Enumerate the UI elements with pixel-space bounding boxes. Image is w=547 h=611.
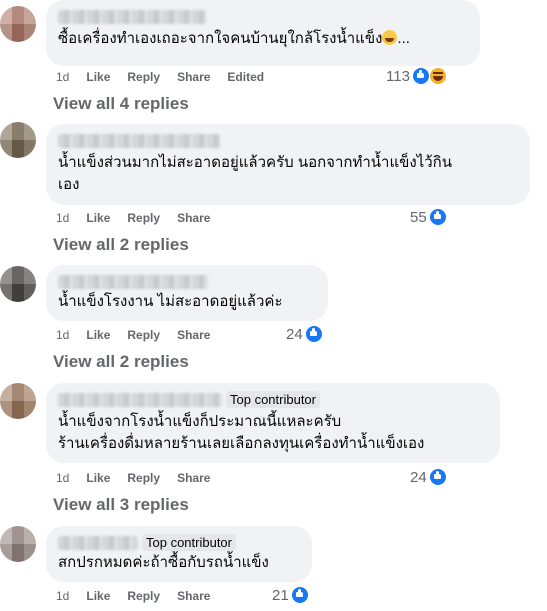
reply-button[interactable]: Reply [127, 211, 160, 225]
comment-text: น้ำแข็งโรงงาน ไม่สะอาดอยู่แล้วค่ะ [58, 293, 283, 310]
share-button[interactable]: Share [177, 589, 210, 603]
author-name[interactable]: Top contributor [58, 534, 300, 552]
avatar[interactable] [0, 526, 36, 562]
timestamp[interactable]: 1d [56, 70, 69, 84]
like-icon [290, 586, 309, 604]
grinning-emoji-icon [382, 30, 398, 45]
view-replies-link[interactable]: View all 3 replies [53, 495, 189, 515]
author-name[interactable]: Top contributor [58, 391, 488, 411]
haha-icon [428, 67, 447, 85]
like-button[interactable]: Like [86, 589, 110, 603]
share-button[interactable]: Share [177, 328, 210, 342]
like-icon [428, 468, 447, 486]
reply-button[interactable]: Reply [127, 589, 160, 603]
timestamp[interactable]: 1d [56, 589, 69, 603]
comment-bubble: น้ำแข็งส่วนมากไม่สะอาดอยู่แล้วครับ นอกจา… [46, 124, 530, 205]
top-contributor-badge: Top contributor [226, 391, 320, 409]
comment-text: น้ำแข็งจากโรงน้ำแข็งก็ประมาณนี้แหละครับ … [58, 413, 425, 452]
comment-bubble: น้ำแข็งโรงงาน ไม่สะอาดอยู่แล้วค่ะ [46, 265, 328, 321]
share-button[interactable]: Share [177, 211, 210, 225]
comment-text: ซื้อเครื่องทำเองเถอะจากใจคนบ้านยุใกล้โรง… [58, 30, 410, 47]
like-icon [428, 208, 447, 226]
avatar[interactable] [0, 6, 36, 42]
comment-bubble: Top contributor น้ำแข็งจากโรงน้ำแข็งก็ปร… [46, 383, 500, 463]
comment-actions: 1d Like Reply Share [56, 588, 227, 604]
author-name[interactable] [58, 8, 468, 28]
like-button[interactable]: Like [86, 211, 110, 225]
reply-button[interactable]: Reply [127, 70, 160, 84]
reaction-count[interactable]: 55 [410, 208, 447, 226]
timestamp[interactable]: 1d [56, 328, 69, 342]
top-contributor-badge: Top contributor [142, 534, 236, 552]
like-button[interactable]: Like [86, 70, 110, 84]
avatar[interactable] [0, 266, 36, 302]
reaction-count[interactable]: 21 [272, 586, 309, 604]
share-button[interactable]: Share [177, 471, 210, 485]
see-more-ellipsis[interactable]: ... [397, 30, 410, 47]
comment-bubble: Top contributor สกปรกหมดค่ะถ้าซื้อกับรถน… [46, 526, 312, 582]
author-name[interactable] [58, 273, 316, 291]
reaction-count[interactable]: 24 [410, 468, 447, 486]
reaction-count[interactable]: 24 [286, 325, 323, 343]
reaction-count[interactable]: 113 [386, 67, 447, 85]
avatar[interactable] [0, 383, 36, 419]
reply-button[interactable]: Reply [127, 471, 160, 485]
timestamp[interactable]: 1d [56, 471, 69, 485]
timestamp[interactable]: 1d [56, 211, 69, 225]
comment-actions: 1d Like Reply Share Edited [56, 69, 281, 85]
comment-actions: 1d Like Reply Share [56, 470, 227, 486]
like-icon [411, 67, 430, 85]
comment-text: สกปรกหมดค่ะถ้าซื้อกับรถน้ำแข็ง [58, 554, 269, 571]
share-button[interactable]: Share [177, 70, 210, 84]
like-button[interactable]: Like [86, 328, 110, 342]
comment-actions: 1d Like Reply Share [56, 210, 227, 226]
comment-text: น้ำแข็งส่วนมากไม่สะอาดอยู่แล้วครับ นอกจา… [58, 154, 452, 193]
view-replies-link[interactable]: View all 2 replies [53, 352, 189, 372]
edited-label: Edited [227, 70, 265, 84]
like-button[interactable]: Like [86, 471, 110, 485]
reply-button[interactable]: Reply [127, 328, 160, 342]
view-replies-link[interactable]: View all 2 replies [53, 235, 189, 255]
comment-bubble: ซื้อเครื่องทำเองเถอะจากใจคนบ้านยุใกล้โรง… [46, 0, 480, 66]
avatar[interactable] [0, 122, 36, 158]
comment-actions: 1d Like Reply Share [56, 327, 227, 343]
author-name[interactable] [58, 132, 518, 152]
view-replies-link[interactable]: View all 4 replies [53, 94, 189, 114]
like-icon [304, 325, 323, 343]
